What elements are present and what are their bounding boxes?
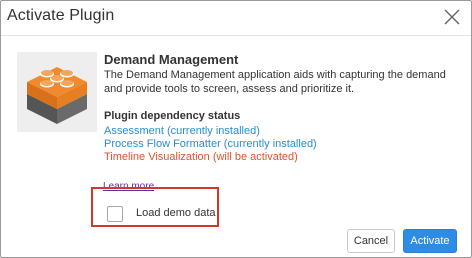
- lego-brick-icon: [27, 67, 87, 124]
- load-demo-data-checkbox[interactable]: [107, 206, 123, 222]
- dialog-header: Activate Plugin: [1, 1, 471, 36]
- plugin-name: Demand Management: [104, 52, 239, 67]
- dependency-status-heading: Plugin dependency status: [104, 110, 241, 122]
- plugin-logo: [17, 52, 97, 132]
- activate-plugin-dialog: Activate Plugin Demand Management The De…: [0, 0, 472, 258]
- load-demo-data-label[interactable]: Load demo data: [136, 207, 216, 219]
- dependency-timeline-visualization: Timeline Visualization (will be activate…: [104, 151, 298, 163]
- plugin-description: The Demand Management application aids w…: [104, 69, 446, 95]
- cancel-button[interactable]: Cancel: [347, 229, 395, 253]
- dependency-process-flow-formatter: Process Flow Formatter (currently instal…: [104, 138, 317, 150]
- close-icon[interactable]: [442, 7, 462, 27]
- dialog-title: Activate Plugin: [7, 7, 115, 24]
- dependency-assessment: Assessment (currently installed): [104, 125, 260, 137]
- activate-button[interactable]: Activate: [403, 229, 457, 253]
